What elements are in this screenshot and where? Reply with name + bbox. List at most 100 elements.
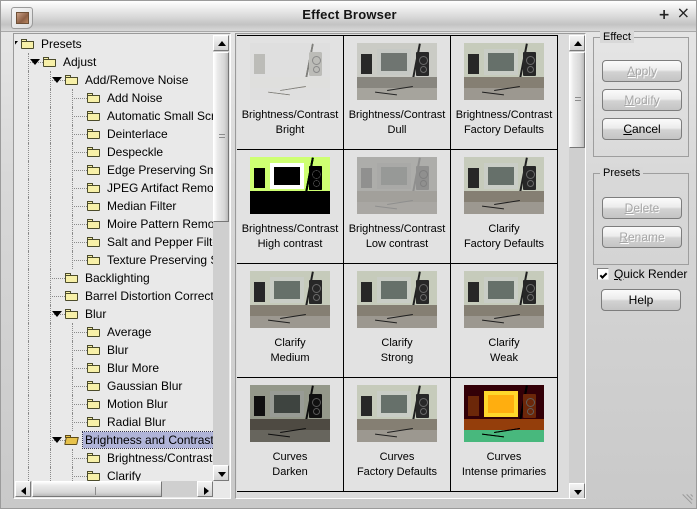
tree-guide-line bbox=[28, 125, 29, 143]
presets-tree-viewport[interactable]: Presets Adjust Add/Remove Noise Add Noise Au… bbox=[15, 35, 213, 481]
effect-thumbnail-cell[interactable]: Brightness/Contrast High contrast bbox=[237, 149, 344, 264]
effect-name: Brightness/Contrast bbox=[241, 223, 339, 235]
grid-scroll-down-button[interactable] bbox=[569, 483, 585, 498]
effect-name: Curves bbox=[486, 451, 522, 463]
chevron-down-icon[interactable] bbox=[52, 437, 62, 443]
chevron-down-icon[interactable] bbox=[52, 311, 62, 317]
tree-scroll-left-button[interactable] bbox=[15, 481, 31, 497]
cancel-button[interactable]: Cancel bbox=[602, 118, 682, 140]
tree-item-barrel-distortion-correction[interactable]: Barrel Distortion Correction bbox=[15, 287, 213, 305]
effect-thumbnail-cell[interactable]: Curves Intense primaries bbox=[450, 377, 558, 492]
delete-button-label: Delete bbox=[624, 201, 660, 215]
grid-v-scroll-thumb[interactable] bbox=[569, 52, 585, 148]
grid-scroll-up-button[interactable] bbox=[569, 35, 585, 51]
tree-guide-line bbox=[50, 278, 65, 279]
effect-thumbnail-cell[interactable]: Curves Factory Defaults bbox=[343, 377, 451, 492]
effect-thumbnail-cell[interactable]: Brightness/Contrast Dull bbox=[343, 35, 451, 150]
tree-item-label: JPEG Artifact Removal bbox=[107, 181, 213, 195]
apply-button[interactable]: Apply bbox=[602, 60, 682, 82]
effect-preview-thumbnail bbox=[250, 157, 330, 214]
tree-item-despeckle[interactable]: Despeckle bbox=[15, 143, 213, 161]
tree-item-blur-more[interactable]: Blur More bbox=[15, 359, 213, 377]
tree-item-blur[interactable]: Blur bbox=[15, 305, 213, 323]
folder-open-icon bbox=[64, 435, 79, 445]
tree-item-blur[interactable]: Blur bbox=[15, 341, 213, 359]
help-button[interactable]: Help bbox=[601, 289, 681, 311]
effect-preview-thumbnail bbox=[250, 385, 330, 442]
tree-item-radial-blur[interactable]: Radial Blur bbox=[15, 413, 213, 431]
tree-guide-line bbox=[50, 107, 51, 125]
folder-icon bbox=[65, 291, 78, 301]
tree-item-label: Presets bbox=[41, 37, 82, 51]
chevron-down-icon[interactable] bbox=[52, 77, 62, 83]
tree-guide-line bbox=[72, 206, 87, 207]
tree-scroll-down-button[interactable] bbox=[213, 465, 229, 481]
tree-item-label: Adjust bbox=[63, 55, 97, 69]
scroll-thumb-grip bbox=[219, 134, 225, 140]
tree-item-deinterlace[interactable]: Deinterlace bbox=[15, 125, 213, 143]
effect-thumbnail-cell[interactable]: Brightness/Contrast Factory Defaults bbox=[450, 35, 558, 150]
tree-guide-line bbox=[50, 143, 51, 161]
tree-item-edge-preserving-smooth[interactable]: Edge Preserving Smooth bbox=[15, 161, 213, 179]
tree-item-add-remove-noise[interactable]: Add/Remove Noise bbox=[15, 71, 213, 89]
modify-button[interactable]: Modify bbox=[602, 89, 682, 111]
tree-item-jpeg-artifact-removal[interactable]: JPEG Artifact Removal bbox=[15, 179, 213, 197]
tree-item-label: Barrel Distortion Correction bbox=[85, 289, 213, 303]
effect-thumbnail-cell[interactable]: Clarify Factory Defaults bbox=[450, 149, 558, 264]
preset-name: Intense primaries bbox=[461, 466, 547, 478]
chevron-down-icon[interactable] bbox=[30, 59, 40, 65]
resize-grip[interactable] bbox=[680, 492, 694, 506]
tree-item-label: Salt and Pepper Filter bbox=[107, 235, 213, 249]
tree-item-texture-preserving-smooth[interactable]: Texture Preserving Smooth bbox=[15, 251, 213, 269]
title-bar[interactable]: Effect Browser + × bbox=[1, 1, 696, 32]
effect-thumbnail-cell[interactable]: Clarify Strong bbox=[343, 263, 451, 378]
effect-grid-viewport[interactable]: Brightness/Contrast Bright Brightness/Cont… bbox=[237, 35, 569, 498]
effect-thumbnail-cell[interactable]: Clarify Medium bbox=[237, 263, 344, 378]
effect-thumbnail-cell[interactable]: Brightness/Contrast Low contrast bbox=[343, 149, 451, 264]
tree-guide-line bbox=[72, 170, 87, 171]
delete-button[interactable]: Delete bbox=[602, 197, 682, 219]
tree-guide-line bbox=[50, 215, 51, 233]
effect-thumbnail-cell[interactable]: Clarify Weak bbox=[450, 263, 558, 378]
tree-guide-line bbox=[72, 467, 73, 481]
maximize-icon[interactable]: + bbox=[658, 8, 670, 22]
effect-name: Curves bbox=[379, 451, 415, 463]
tree-h-scroll-thumb[interactable] bbox=[32, 481, 162, 497]
close-icon[interactable]: × bbox=[677, 5, 690, 21]
tree-vertical-scrollbar[interactable] bbox=[213, 35, 229, 481]
tree-scroll-right-button[interactable] bbox=[197, 481, 213, 497]
tree-item-median-filter[interactable]: Median Filter bbox=[15, 197, 213, 215]
tree-item-adjust[interactable]: Adjust bbox=[15, 53, 213, 71]
tree-item-clarify[interactable]: Clarify bbox=[15, 467, 213, 481]
folder-icon bbox=[87, 219, 100, 229]
tree-item-moire-pattern-removal[interactable]: Moire Pattern Removal bbox=[15, 215, 213, 233]
preset-name: Strong bbox=[380, 352, 414, 364]
tree-item-gaussian-blur[interactable]: Gaussian Blur bbox=[15, 377, 213, 395]
tree-item-presets[interactable]: Presets bbox=[15, 35, 213, 53]
tree-guide-line bbox=[28, 197, 29, 215]
tree-item-average[interactable]: Average bbox=[15, 323, 213, 341]
effect-thumbnail-cell[interactable]: Brightness/Contrast Bright bbox=[237, 35, 344, 150]
effect-preview-thumbnail bbox=[357, 43, 437, 100]
tree-guide-line bbox=[72, 458, 87, 459]
tree-guide-line bbox=[50, 89, 51, 107]
tree-item-automatic-small-scratch-removal[interactable]: Automatic Small Scratch Removal bbox=[15, 107, 213, 125]
grid-vertical-scrollbar[interactable] bbox=[569, 35, 585, 498]
preset-name: High contrast bbox=[257, 238, 323, 250]
tree-item-brightness-and-contrast[interactable]: Brightness and Contrast bbox=[15, 431, 213, 449]
tree-item-backlighting[interactable]: Backlighting bbox=[15, 269, 213, 287]
quick-render-checkbox-row[interactable]: Quick Render bbox=[597, 267, 693, 283]
rename-button[interactable]: Rename bbox=[602, 226, 682, 248]
quick-render-checkbox[interactable] bbox=[597, 268, 609, 280]
tree-item-salt-and-pepper-filter[interactable]: Salt and Pepper Filter bbox=[15, 233, 213, 251]
tree-guide-line bbox=[72, 332, 87, 333]
tree-v-scroll-thumb[interactable] bbox=[213, 52, 229, 222]
chevron-down-icon[interactable] bbox=[15, 41, 18, 47]
tree-item-brightness-contrast[interactable]: Brightness/Contrast bbox=[15, 449, 213, 467]
effect-thumbnail-cell[interactable]: Curves Darken bbox=[237, 377, 344, 492]
tree-horizontal-scrollbar[interactable] bbox=[15, 481, 213, 497]
tree-item-motion-blur[interactable]: Motion Blur bbox=[15, 395, 213, 413]
tree-scroll-up-button[interactable] bbox=[213, 35, 229, 51]
tree-item-add-noise[interactable]: Add Noise bbox=[15, 89, 213, 107]
tree-guide-line bbox=[28, 413, 29, 431]
